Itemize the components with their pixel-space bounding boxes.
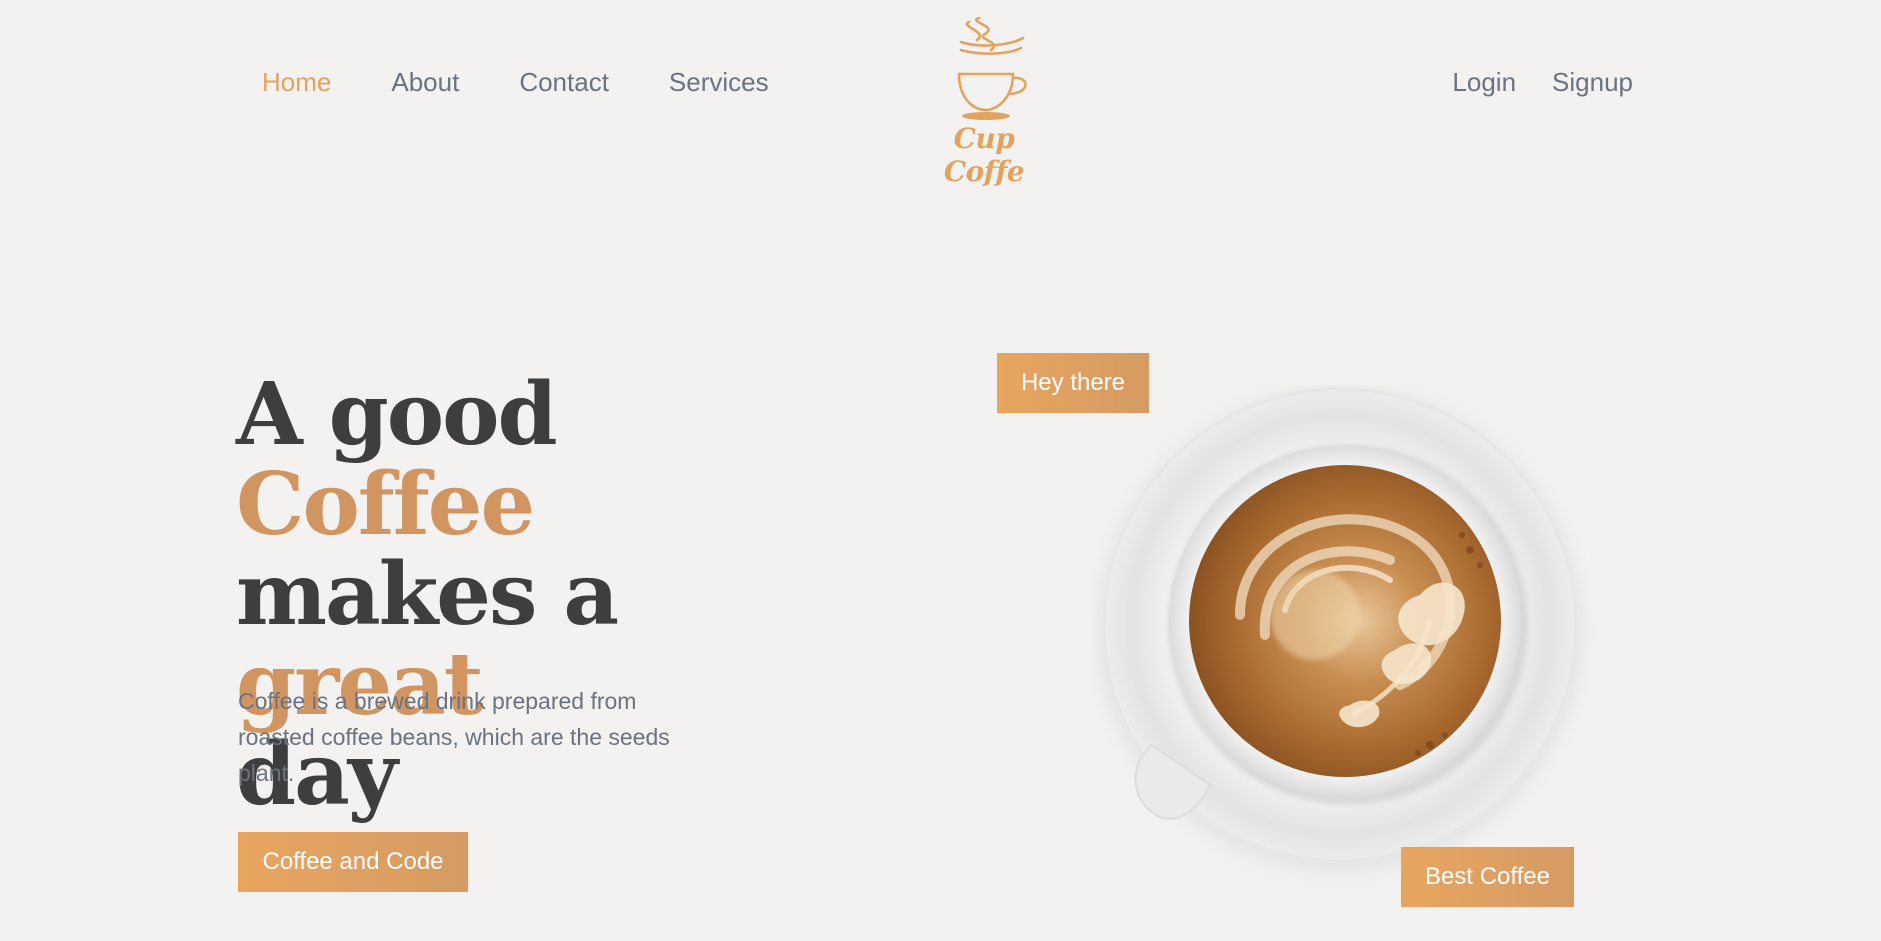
headline-accent-1: Coffee <box>236 454 535 555</box>
coffee-cup-image <box>1100 387 1580 870</box>
main-nav: Home About Contact Services <box>262 67 769 98</box>
logo-text: Cup Coffe <box>943 122 1025 188</box>
headline-part-1: A good <box>236 364 558 465</box>
brand-logo[interactable]: Cup Coffe <box>924 12 1044 188</box>
nav-item-services[interactable]: Services <box>669 67 769 98</box>
nav-item-contact[interactable]: Contact <box>519 67 609 98</box>
signup-link[interactable]: Signup <box>1552 67 1633 98</box>
login-link[interactable]: Login <box>1452 67 1516 98</box>
best-coffee-tag: Best Coffee <box>1401 847 1574 907</box>
hero-description: Coffee is a brewed drink prepared from r… <box>238 688 670 786</box>
nav-item-home[interactable]: Home <box>262 67 331 98</box>
nav-item-about[interactable]: About <box>391 67 459 98</box>
auth-nav: Login Signup <box>1452 67 1633 98</box>
coffee-and-code-button[interactable]: Coffee and Code <box>238 832 468 892</box>
coffee-cup-icon <box>957 16 1027 120</box>
headline-part-2: makes a <box>236 544 619 645</box>
